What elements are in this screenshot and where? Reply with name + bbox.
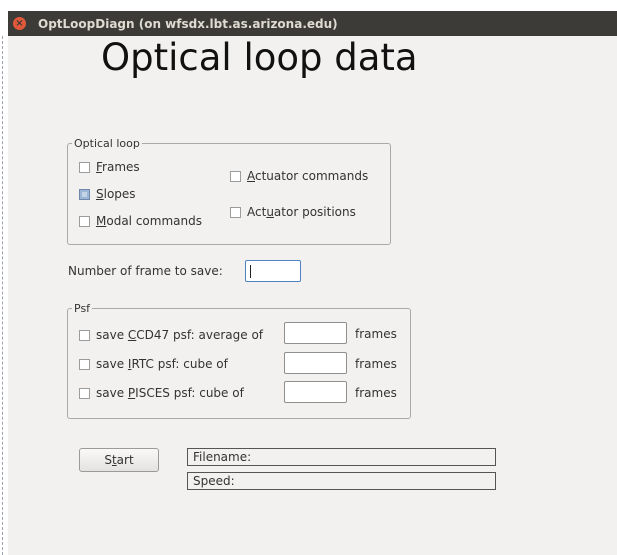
pisces-frames-unit: frames (355, 386, 397, 400)
ccd47-frames-input[interactable] (284, 322, 347, 344)
actuator-positions-checkbox[interactable]: Actuator positions (230, 205, 356, 219)
frames-to-save-input[interactable] (245, 260, 301, 282)
pisces-frames-input[interactable] (284, 381, 347, 403)
window-edge (0, 36, 3, 555)
ccd47-psf-checkbox[interactable]: save CCD47 psf: average of (79, 328, 263, 342)
actuator-positions-checkbox-box[interactable] (230, 206, 241, 218)
filename-label: Filename: (193, 450, 252, 464)
modal-commands-label: Modal commands (96, 214, 202, 228)
filename-status: Filename: (187, 448, 496, 466)
irtc-psf-checkbox-box[interactable] (79, 358, 90, 370)
window-title: OptLoopDiagn (on wfsdx.lbt.as.arizona.ed… (38, 16, 338, 31)
optical-loop-legend: Optical loop (74, 137, 140, 150)
pisces-psf-checkbox-box[interactable] (79, 387, 90, 399)
ccd47-frames-unit: frames (355, 327, 397, 341)
psf-legend: Psf (74, 302, 91, 315)
pisces-psf-checkbox[interactable]: save PISCES psf: cube of (79, 386, 244, 400)
pisces-psf-label: save PISCES psf: cube of (96, 386, 244, 400)
irtc-psf-label: save IRTC psf: cube of (96, 357, 228, 371)
title-bar: × OptLoopDiagn (on wfsdx.lbt.as.arizona.… (8, 11, 617, 36)
ccd47-psf-checkbox-box[interactable] (79, 329, 90, 341)
actuator-commands-checkbox-box[interactable] (230, 170, 241, 182)
start-button[interactable]: Start (79, 448, 159, 472)
ccd47-psf-label: save CCD47 psf: average of (96, 328, 264, 342)
actuator-positions-label: Actuator positions (247, 205, 356, 219)
frames-checkbox-box[interactable] (79, 161, 90, 173)
page-title: Optical loop data (101, 36, 418, 79)
text-caret (250, 265, 251, 278)
irtc-psf-checkbox[interactable]: save IRTC psf: cube of (79, 357, 228, 371)
speed-status: Speed: (187, 472, 496, 490)
start-button-label: Start (104, 453, 134, 467)
slopes-label: Slopes (96, 187, 136, 201)
frames-label: Frames (96, 160, 140, 174)
irtc-frames-input[interactable] (284, 352, 347, 374)
close-icon[interactable]: × (13, 17, 26, 30)
frames-to-save-label: Number of frame to save: (68, 264, 223, 278)
irtc-frames-unit: frames (355, 357, 397, 371)
speed-label: Speed: (193, 474, 235, 488)
actuator-commands-checkbox[interactable]: Actuator commands (230, 169, 368, 183)
frames-checkbox[interactable]: Frames (79, 160, 140, 174)
slopes-checkbox-box[interactable] (79, 188, 90, 200)
slopes-checkbox[interactable]: Slopes (79, 187, 136, 201)
modal-commands-checkbox[interactable]: Modal commands (79, 214, 202, 228)
modal-commands-checkbox-box[interactable] (79, 215, 90, 227)
actuator-commands-label: Actuator commands (247, 169, 369, 183)
